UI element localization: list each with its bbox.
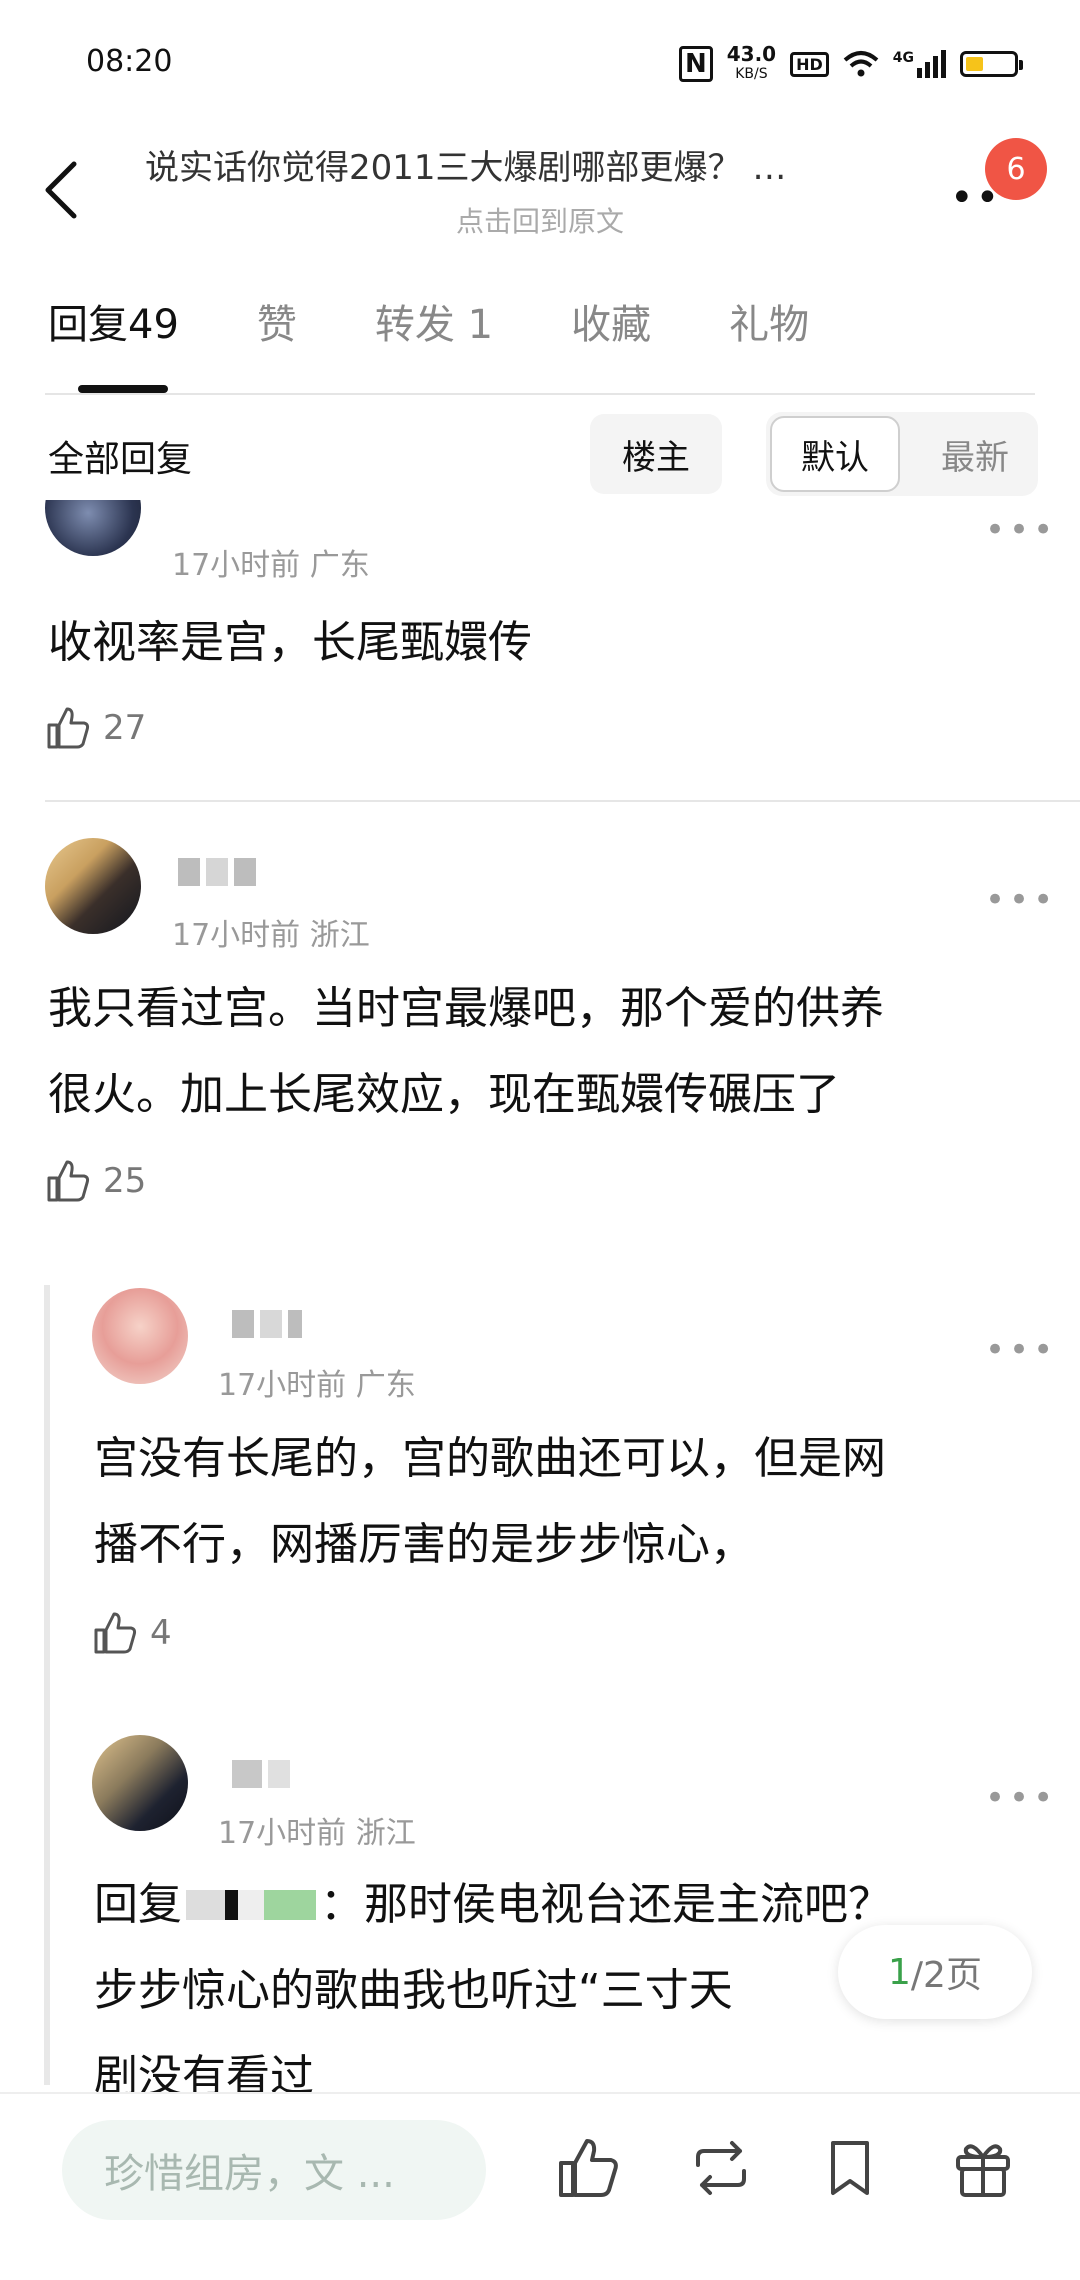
sort-newest-button[interactable]: 最新 bbox=[915, 416, 1035, 492]
reply-text-line: 宫没有长尾的，宫的歌曲还可以，但是网 bbox=[94, 1433, 886, 1484]
repost-icon[interactable] bbox=[688, 2135, 754, 2201]
thumbs-up-icon bbox=[47, 707, 90, 749]
like-button[interactable]: 25 bbox=[45, 1158, 146, 1204]
reply-prefix: 回复 bbox=[94, 1879, 182, 1930]
status-time: 08:20 bbox=[86, 44, 173, 79]
reply-meta: 17小时前 广东 bbox=[218, 1368, 416, 1403]
gift-icon[interactable] bbox=[950, 2135, 1016, 2201]
all-replies-label: 全部回复 bbox=[48, 439, 193, 480]
comment-divider bbox=[45, 800, 1080, 802]
avatar[interactable] bbox=[92, 1288, 188, 1384]
reply-more-icon[interactable]: ••• bbox=[985, 1330, 1057, 1370]
thumbs-up-icon bbox=[94, 1612, 137, 1654]
reply-text-line: 步步惊心的歌曲我也听过“三寸天 bbox=[94, 1965, 733, 2016]
tab-replies[interactable]: 回复49 bbox=[48, 292, 179, 350]
hd-icon: HD bbox=[790, 51, 829, 77]
username-blurred[interactable] bbox=[232, 1760, 290, 1790]
tab-likes[interactable]: 赞 bbox=[257, 292, 297, 350]
comment-text: 收视率是宫，长尾甄嬛传 bbox=[48, 617, 532, 668]
status-icons: N 43.0 KB/S HD 4G bbox=[678, 42, 1023, 84]
signal-icon: 4G bbox=[893, 50, 946, 78]
owner-only-button[interactable]: 楼主 bbox=[590, 414, 722, 494]
comment-text-line: 很火。加上长尾效应，现在甄嬛传碾压了 bbox=[48, 1069, 840, 1120]
avatar[interactable] bbox=[45, 500, 141, 556]
comment-more-icon[interactable]: ••• bbox=[985, 510, 1057, 550]
bookmark-icon[interactable] bbox=[817, 2135, 883, 2201]
tab-divider bbox=[45, 393, 1035, 395]
thumbs-up-icon bbox=[47, 1160, 90, 1202]
tab-favorites[interactable]: 收藏 bbox=[571, 292, 651, 350]
battery-icon bbox=[960, 51, 1023, 77]
comment-meta: 17小时前 浙江 bbox=[172, 918, 370, 953]
like-post-icon[interactable] bbox=[555, 2135, 621, 2201]
username-blurred[interactable] bbox=[178, 858, 256, 888]
comment-more-icon[interactable]: ••• bbox=[985, 880, 1057, 920]
tab-gifts[interactable]: 礼物 bbox=[729, 292, 809, 350]
reply-input[interactable]: 珍惜组房，文 ... bbox=[62, 2120, 486, 2220]
comment-text-line: 我只看过宫。当时宫最爆吧，那个爱的供养 bbox=[48, 983, 884, 1034]
reply-text-line: 播不行，网播厉害的是步步惊心， bbox=[94, 1519, 754, 1570]
like-button[interactable]: 4 bbox=[92, 1610, 172, 1656]
page-indicator[interactable]: 1 /2页 bbox=[838, 1925, 1032, 2019]
like-count: 25 bbox=[103, 1161, 147, 1201]
thread-title[interactable]: 说实话你觉得2011三大爆剧哪部更爆？ … bbox=[145, 140, 925, 189]
page-total: /2页 bbox=[910, 1955, 982, 1996]
active-tab-indicator bbox=[78, 385, 168, 393]
like-button[interactable]: 27 bbox=[45, 705, 146, 751]
reply-thread-line bbox=[44, 1285, 50, 2085]
reply-text-line: 回复 ：那时侯电视台还是主流吧？ bbox=[94, 1862, 892, 1948]
back-to-post-link[interactable]: 点击回到原文 bbox=[0, 200, 1080, 240]
mentioned-user-blurred[interactable] bbox=[186, 1890, 316, 1920]
avatar[interactable] bbox=[92, 1735, 188, 1831]
tab-bar: 回复49 赞 转发 1 收藏 礼物 bbox=[48, 292, 887, 350]
like-count: 27 bbox=[103, 708, 147, 748]
sort-default-button[interactable]: 默认 bbox=[770, 416, 900, 492]
username-blurred[interactable] bbox=[232, 1310, 302, 1340]
net-speed: 43.0 KB/S bbox=[726, 42, 777, 82]
reply-more-icon[interactable]: ••• bbox=[985, 1778, 1057, 1818]
tab-reposts[interactable]: 转发 1 bbox=[375, 292, 493, 350]
comment-meta: 17小时前 广东 bbox=[172, 548, 370, 583]
reply-meta: 17小时前 浙江 bbox=[218, 1816, 416, 1851]
page-current: 1 bbox=[888, 1951, 911, 1993]
nfc-icon: N bbox=[678, 46, 713, 82]
like-count: 4 bbox=[150, 1613, 172, 1653]
notification-badge[interactable]: 6 bbox=[985, 138, 1047, 200]
avatar[interactable] bbox=[45, 838, 141, 934]
reply-text-tail: ：那时侯电视台还是主流吧？ bbox=[320, 1879, 892, 1930]
wifi-icon bbox=[843, 51, 879, 77]
